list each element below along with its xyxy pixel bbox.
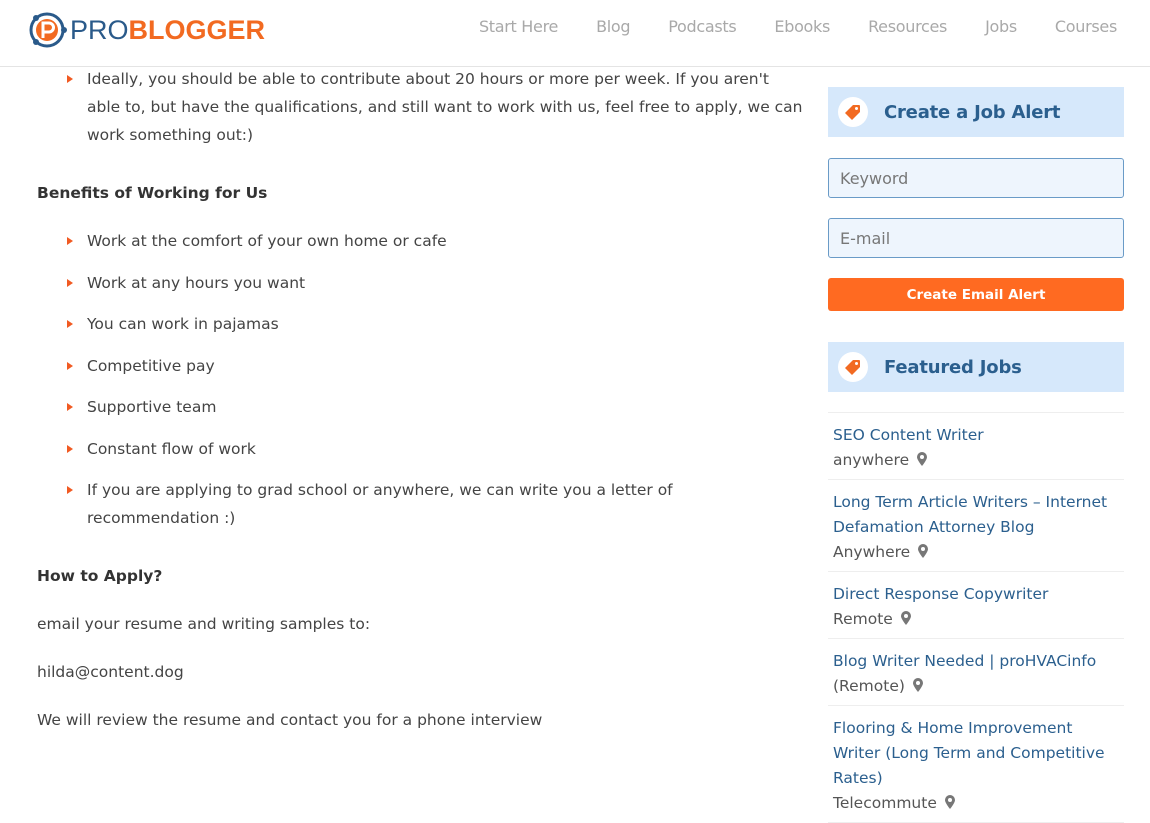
list-item: If you are applying to grad school or an… — [67, 476, 807, 532]
apply-email[interactable]: hilda@content.dog — [37, 658, 807, 686]
logo-text: PROBLOGGER — [70, 14, 266, 45]
featured-jobs-list: SEO Content Writer anywhere Long Term Ar… — [828, 412, 1124, 823]
sidebar: Create a Job Alert Create Email Alert Fe… — [828, 87, 1124, 823]
site-header: PROBLOGGER Start Here Blog Podcasts Eboo… — [0, 0, 1150, 67]
job-item: Long Term Article Writers – Internet Def… — [828, 480, 1124, 572]
create-email-alert-button[interactable]: Create Email Alert — [828, 278, 1124, 311]
job-location: Anywhere — [833, 543, 911, 561]
logo-mark-icon — [29, 12, 67, 48]
bullet-arrow-icon — [67, 278, 73, 287]
map-pin-icon — [944, 794, 955, 809]
keyword-input[interactable] — [828, 158, 1124, 198]
list-item: Competitive pay — [67, 352, 807, 380]
list-item: Work at the comfort of your own home or … — [67, 227, 807, 255]
job-description: Ideally, you should be able to contribut… — [37, 66, 807, 734]
job-title-link[interactable]: Direct Response Copywriter — [833, 582, 1119, 607]
job-title-link[interactable]: Long Term Article Writers – Internet Def… — [833, 490, 1119, 540]
benefits-heading: Benefits of Working for Us — [37, 184, 268, 202]
job-item: Direct Response Copywriter Remote — [828, 572, 1124, 639]
job-title-link[interactable]: Blog Writer Needed | proHVACinfo — [833, 649, 1119, 674]
list-item: Work at any hours you want — [67, 269, 807, 297]
problogger-logo[interactable]: PROBLOGGER — [26, 9, 265, 51]
list-item: Ideally, you should be able to contribut… — [67, 65, 807, 149]
nav-jobs[interactable]: Jobs — [985, 17, 1017, 36]
nav-courses[interactable]: Courses — [1055, 17, 1117, 36]
list-item-text: Supportive team — [87, 398, 217, 416]
list-item-text: If you are applying to grad school or an… — [87, 481, 673, 527]
nav-blog[interactable]: Blog — [596, 17, 630, 36]
featured-jobs-header: Featured Jobs — [828, 342, 1124, 392]
apply-heading: How to Apply? — [37, 567, 163, 585]
tag-icon — [838, 352, 868, 382]
bullet-arrow-icon — [67, 444, 73, 453]
nav-ebooks[interactable]: Ebooks — [774, 17, 830, 36]
nav-start-here[interactable]: Start Here — [479, 17, 558, 36]
list-item-text: Work at the comfort of your own home or … — [87, 232, 447, 250]
bullet-arrow-icon — [67, 361, 73, 370]
list-item: Constant flow of work — [67, 435, 807, 463]
main-nav: Start Here Blog Podcasts Ebooks Resource… — [441, 17, 1117, 36]
map-pin-icon — [918, 543, 929, 558]
job-item: Flooring & Home Improvement Writer (Long… — [828, 706, 1124, 823]
job-alert-header: Create a Job Alert — [828, 87, 1124, 137]
job-location: Remote — [833, 610, 893, 628]
list-item-text: Ideally, you should be able to contribut… — [87, 70, 803, 144]
bullet-arrow-icon — [67, 403, 73, 411]
bullet-arrow-icon — [67, 486, 73, 494]
map-pin-icon — [917, 451, 928, 466]
list-item-text: You can work in pajamas — [87, 315, 279, 333]
job-location: (Remote) — [833, 677, 905, 695]
job-title-link[interactable]: SEO Content Writer — [833, 423, 1119, 448]
apply-instructions: email your resume and writing samples to… — [37, 615, 371, 633]
list-item-text: Work at any hours you want — [87, 273, 306, 292]
job-location: Telecommute — [833, 794, 937, 812]
list-item: Supportive team — [67, 393, 807, 421]
job-title-link[interactable]: Flooring & Home Improvement Writer (Long… — [833, 716, 1119, 791]
job-item: SEO Content Writer anywhere — [828, 413, 1124, 480]
list-item: You can work in pajamas — [67, 310, 807, 338]
bullet-arrow-icon — [67, 320, 73, 328]
requirements-list: Ideally, you should be able to contribut… — [37, 65, 807, 149]
bullet-arrow-icon — [67, 237, 73, 245]
closing-text: We will review the resume and contact yo… — [37, 711, 543, 729]
job-item: Blog Writer Needed | proHVACinfo (Remote… — [828, 639, 1124, 706]
benefits-list: Work at the comfort of your own home or … — [37, 227, 807, 532]
bullet-arrow-icon — [67, 75, 73, 83]
featured-jobs-title: Featured Jobs — [884, 356, 1022, 378]
list-item-text: Constant flow of work — [87, 439, 256, 458]
job-location: anywhere — [833, 451, 910, 469]
email-input[interactable] — [828, 218, 1124, 258]
nav-resources[interactable]: Resources — [868, 17, 947, 36]
logo-blogger: BLOGGER — [128, 14, 266, 45]
list-item-text: Competitive pay — [87, 356, 215, 375]
logo-pro: PRO — [70, 14, 129, 45]
nav-podcasts[interactable]: Podcasts — [668, 17, 736, 36]
map-pin-icon — [912, 677, 923, 692]
tag-icon — [838, 97, 868, 127]
map-pin-icon — [900, 610, 911, 625]
job-alert-title: Create a Job Alert — [884, 101, 1061, 123]
